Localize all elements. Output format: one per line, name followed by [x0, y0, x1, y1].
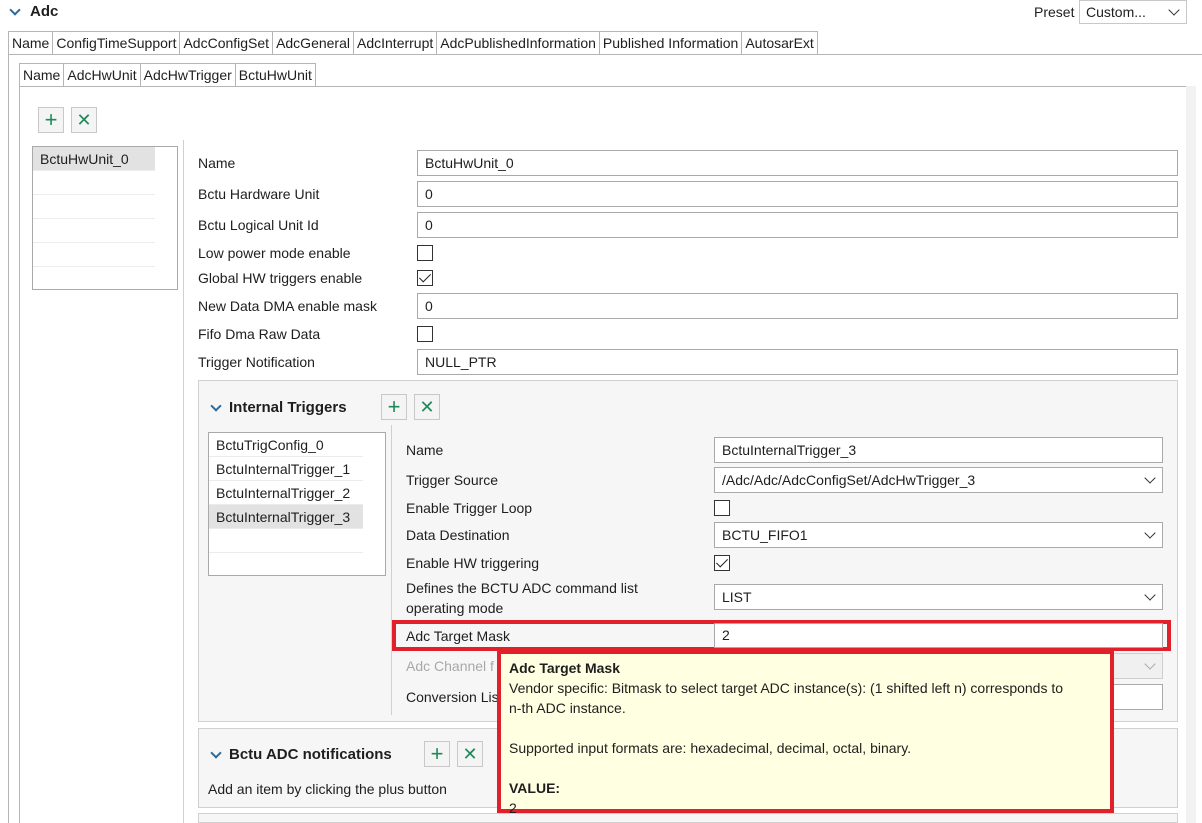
- list-item-empty: [33, 195, 155, 219]
- list-item-empty: [33, 243, 155, 267]
- tooltip-value: 2: [509, 800, 517, 816]
- sub-tabbar: Name AdcHwUnit AdcHwTrigger BctuHwUnit: [19, 63, 316, 87]
- global-hw-label: Global HW triggers enable: [198, 270, 363, 286]
- list-item[interactable]: BctuHwUnit_0: [33, 147, 155, 171]
- subtab-adchwunit[interactable]: AdcHwUnit: [64, 63, 141, 87]
- plus-icon: +: [44, 107, 58, 132]
- splitter[interactable]: [391, 425, 392, 715]
- chevron-down-icon: [1144, 658, 1156, 670]
- tab-adcinterrupt[interactable]: AdcInterrupt: [354, 31, 438, 55]
- subtab-name[interactable]: Name: [19, 63, 65, 87]
- hw-unit-label: Bctu Hardware Unit: [198, 186, 320, 202]
- tooltip-line1: Vendor specific: Bitmask to select targe…: [509, 680, 1064, 696]
- tab-configtimesupport[interactable]: ConfigTimeSupport: [53, 31, 181, 55]
- data-destination-label: Data Destination: [406, 527, 510, 543]
- cmd-mode-select[interactable]: LIST: [714, 584, 1163, 610]
- collapse-chevron-icon[interactable]: [9, 4, 21, 16]
- tab-published-information[interactable]: Published Information: [599, 31, 743, 55]
- tooltip-spacer: [509, 718, 1102, 738]
- global-hw-checkbox[interactable]: [417, 270, 433, 286]
- target-mask-label: Adc Target Mask: [406, 628, 511, 644]
- add-notification-button[interactable]: +: [424, 741, 450, 767]
- trigger-notification-label: Trigger Notification: [198, 354, 315, 370]
- tooltip-line2: n-th ADC instance.: [509, 700, 626, 716]
- trigger-loop-label: Enable Trigger Loop: [406, 500, 533, 516]
- name-label: Name: [198, 155, 236, 171]
- chevron-down-icon: [1144, 527, 1156, 539]
- close-icon: ✕: [76, 110, 92, 130]
- tooltip-title: Adc Target Mask: [509, 660, 620, 676]
- close-icon: ✕: [419, 397, 435, 417]
- list-item-empty: [209, 529, 363, 553]
- subtab-bctuhwunit[interactable]: BctuHwUnit: [235, 63, 316, 87]
- tab-adcgeneral[interactable]: AdcGeneral: [273, 31, 354, 55]
- list-item[interactable]: BctuInternalTrigger_1: [209, 457, 363, 481]
- trigger-name-label: Name: [406, 442, 444, 458]
- tooltip-value-label: VALUE:: [509, 780, 561, 796]
- tooltip-line3: Supported input formats are: hexadecimal…: [509, 740, 912, 756]
- add-unit-button[interactable]: +: [38, 107, 64, 133]
- dma-mask-field[interactable]: 0: [417, 293, 1178, 319]
- plus-icon: +: [387, 394, 401, 419]
- preset-value: Custom...: [1086, 4, 1146, 20]
- top-tabbar: Name ConfigTimeSupport AdcConfigSet AdcG…: [8, 31, 818, 55]
- preset-label: Preset: [1034, 4, 1075, 20]
- tab-adcconfigset[interactable]: AdcConfigSet: [180, 31, 274, 55]
- plus-icon: +: [430, 741, 444, 766]
- preset-select[interactable]: Custom...: [1079, 0, 1187, 24]
- tooltip: Adc Target Mask Vendor specific: Bitmask…: [497, 650, 1114, 816]
- splitter[interactable]: [183, 140, 184, 823]
- fifo-dma-label: Fifo Dma Raw Data: [198, 326, 321, 342]
- remove-notification-button[interactable]: ✕: [457, 741, 483, 767]
- name-field[interactable]: BctuHwUnit_0: [417, 150, 1178, 176]
- list-item[interactable]: BctuInternalTrigger_3: [209, 505, 363, 529]
- cmd-mode-value: LIST: [722, 589, 752, 605]
- chevron-down-icon: [1168, 4, 1180, 16]
- internal-triggers-title: Internal Triggers: [229, 399, 347, 416]
- target-mask-field[interactable]: 2: [714, 623, 1163, 648]
- fifo-dma-checkbox[interactable]: [417, 326, 433, 342]
- subtab-adchwtrigger[interactable]: AdcHwTrigger: [140, 63, 236, 87]
- trigger-source-label: Trigger Source: [406, 472, 499, 488]
- chevron-down-icon: [1144, 472, 1156, 484]
- trigger-source-select[interactable]: /Adc/Adc/AdcConfigSet/AdcHwTrigger_3: [714, 467, 1163, 493]
- low-power-checkbox[interactable]: [417, 245, 433, 261]
- dma-mask-label: New Data DMA enable mask: [198, 298, 377, 314]
- remove-trigger-button[interactable]: ✕: [414, 394, 440, 420]
- tab-name[interactable]: Name: [8, 31, 54, 55]
- hw-unit-field[interactable]: 0: [417, 181, 1178, 207]
- unit-list: BctuHwUnit_0: [32, 146, 178, 290]
- trigger-list: BctuTrigConfig_0 BctuInternalTrigger_1 B…: [208, 432, 386, 576]
- chevron-down-icon: [1144, 589, 1156, 601]
- tooltip-spacer: [509, 758, 1102, 778]
- notifications-hint: Add an item by clicking the plus button: [208, 781, 447, 797]
- trigger-name-field[interactable]: BctuInternalTrigger_3: [714, 437, 1163, 463]
- list-item-empty: [33, 219, 155, 243]
- cmd-mode-label-line1: Defines the BCTU ADC command list: [406, 580, 638, 596]
- list-item[interactable]: BctuTrigConfig_0: [209, 433, 363, 457]
- trigger-source-value: /Adc/Adc/AdcConfigSet/AdcHwTrigger_3: [722, 472, 976, 488]
- low-power-label: Low power mode enable: [198, 245, 351, 261]
- hw-triggering-label: Enable HW triggering: [406, 555, 540, 571]
- hw-triggering-checkbox[interactable]: [714, 555, 730, 571]
- remove-unit-button[interactable]: ✕: [71, 107, 97, 133]
- close-icon: ✕: [462, 744, 478, 764]
- vertical-scrollbar[interactable]: [1186, 86, 1196, 823]
- section-title: Adc: [30, 3, 59, 20]
- add-trigger-button[interactable]: +: [381, 394, 407, 420]
- logical-id-label: Bctu Logical Unit Id: [198, 217, 319, 233]
- adc-channel-label: Adc Channel f: [406, 658, 494, 674]
- trigger-loop-checkbox[interactable]: [714, 500, 730, 516]
- data-destination-select[interactable]: BCTU_FIFO1: [714, 522, 1163, 548]
- tab-autosarext[interactable]: AutosarExt: [742, 31, 818, 55]
- trigger-notification-field[interactable]: NULL_PTR: [417, 349, 1178, 375]
- list-item-empty: [33, 171, 155, 195]
- list-item[interactable]: BctuInternalTrigger_2: [209, 481, 363, 505]
- notifications-title: Bctu ADC notifications: [229, 746, 392, 763]
- tab-adcpublishedinformation[interactable]: AdcPublishedInformation: [437, 31, 600, 55]
- cmd-mode-label-line2: operating mode: [406, 600, 504, 616]
- conversion-list-label: Conversion Lis: [406, 689, 499, 705]
- logical-id-field[interactable]: 0: [417, 212, 1178, 238]
- data-destination-value: BCTU_FIFO1: [722, 527, 808, 543]
